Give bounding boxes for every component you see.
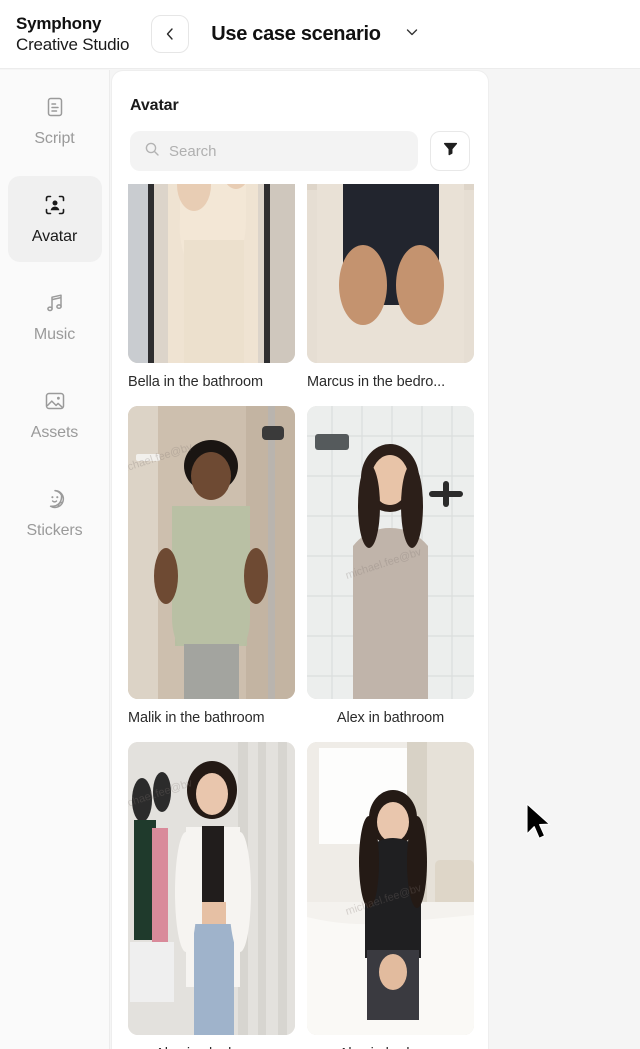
avatar-card[interactable]: michael.fee@bv Malik in the bathroom [128, 406, 295, 726]
avatar-card-label: Marcus in the bedro... [307, 374, 446, 390]
sidebar-item-label: Script [34, 129, 75, 147]
avatar-card-label: Bella in the bathroom [128, 374, 263, 390]
avatar-thumbnail[interactable]: michael.fee@bv [128, 742, 295, 1035]
search-box[interactable] [130, 131, 418, 171]
avatar-card-label: Malik in the bathroom [128, 710, 265, 726]
avatar-thumbnail[interactable]: michael.fee@bv [307, 742, 474, 1035]
avatar-card-label: Alex in bathroom [336, 710, 445, 726]
sidebar-item-stickers[interactable]: Stickers [8, 470, 102, 556]
sidebar-item-label: Avatar [31, 227, 78, 245]
filter-funnel-icon [442, 140, 459, 162]
chevron-left-icon [162, 26, 178, 42]
chevron-down-icon [403, 23, 421, 46]
avatar-card[interactable]: michael.fee@bv Alex in bedroom [307, 742, 474, 1049]
app-brand: Symphony Creative Studio [16, 13, 129, 56]
workspace: Script Avatar Music Assets Stickers Avat… [0, 70, 640, 1049]
avatar-thumbnail[interactable]: michael.fee@bv [128, 406, 295, 699]
sticker-smiley-icon [43, 487, 67, 511]
search-input[interactable] [169, 142, 404, 160]
sidebar-item-script[interactable]: Script [8, 78, 102, 164]
avatar-scan-icon [43, 193, 67, 217]
sidebar-item-label: Stickers [26, 521, 83, 539]
document-title[interactable]: Use case scenario [211, 23, 381, 46]
avatar-card[interactable]: michael.fee@bv Alex in cloakroom [128, 742, 295, 1049]
avatar-thumbnail[interactable]: michael.fee@bv [128, 184, 295, 363]
search-icon [144, 141, 160, 162]
search-row [112, 115, 488, 171]
sidebar-item-avatar[interactable]: Avatar [7, 176, 102, 262]
sidebar-item-label: Assets [30, 423, 79, 441]
sidebar-nav: Script Avatar Music Assets Stickers [0, 70, 110, 1049]
document-icon [43, 95, 67, 119]
avatar-card[interactable]: michael.fee@bv Marcus in the bedro... [307, 184, 474, 390]
sidebar-item-assets[interactable]: Assets [8, 372, 102, 458]
avatar-grid-scroll[interactable]: michael.fee@bv Bella in the bathroom [112, 184, 488, 1049]
avatar-panel: Avatar Search Bella in the bathroom Marc… [111, 70, 489, 1049]
brand-subtitle: Creative Studio [16, 35, 130, 54]
sidebar-item-label: Music [33, 325, 76, 343]
avatar-thumbnail[interactable]: michael.fee@bv [307, 406, 474, 699]
image-icon [43, 389, 67, 413]
avatar-thumbnail[interactable]: michael.fee@bv [307, 184, 474, 363]
title-dropdown-button[interactable] [403, 23, 421, 46]
top-bar: Symphony Creative Studio Use case scenar… [0, 0, 640, 69]
avatar-card[interactable]: michael.fee@bv Alex in bathroom [307, 406, 474, 726]
panel-title: Avatar [130, 97, 179, 114]
avatar-card[interactable]: michael.fee@bv Bella in the bathroom [128, 184, 295, 390]
back-button[interactable] [151, 15, 190, 53]
brand-name: Symphony [16, 13, 102, 33]
sidebar-item-music[interactable]: Music [8, 274, 102, 360]
avatar-grid: michael.fee@bv Bella in the bathroom [112, 184, 488, 1049]
music-note-icon [43, 291, 67, 315]
filter-button[interactable] [430, 131, 470, 171]
